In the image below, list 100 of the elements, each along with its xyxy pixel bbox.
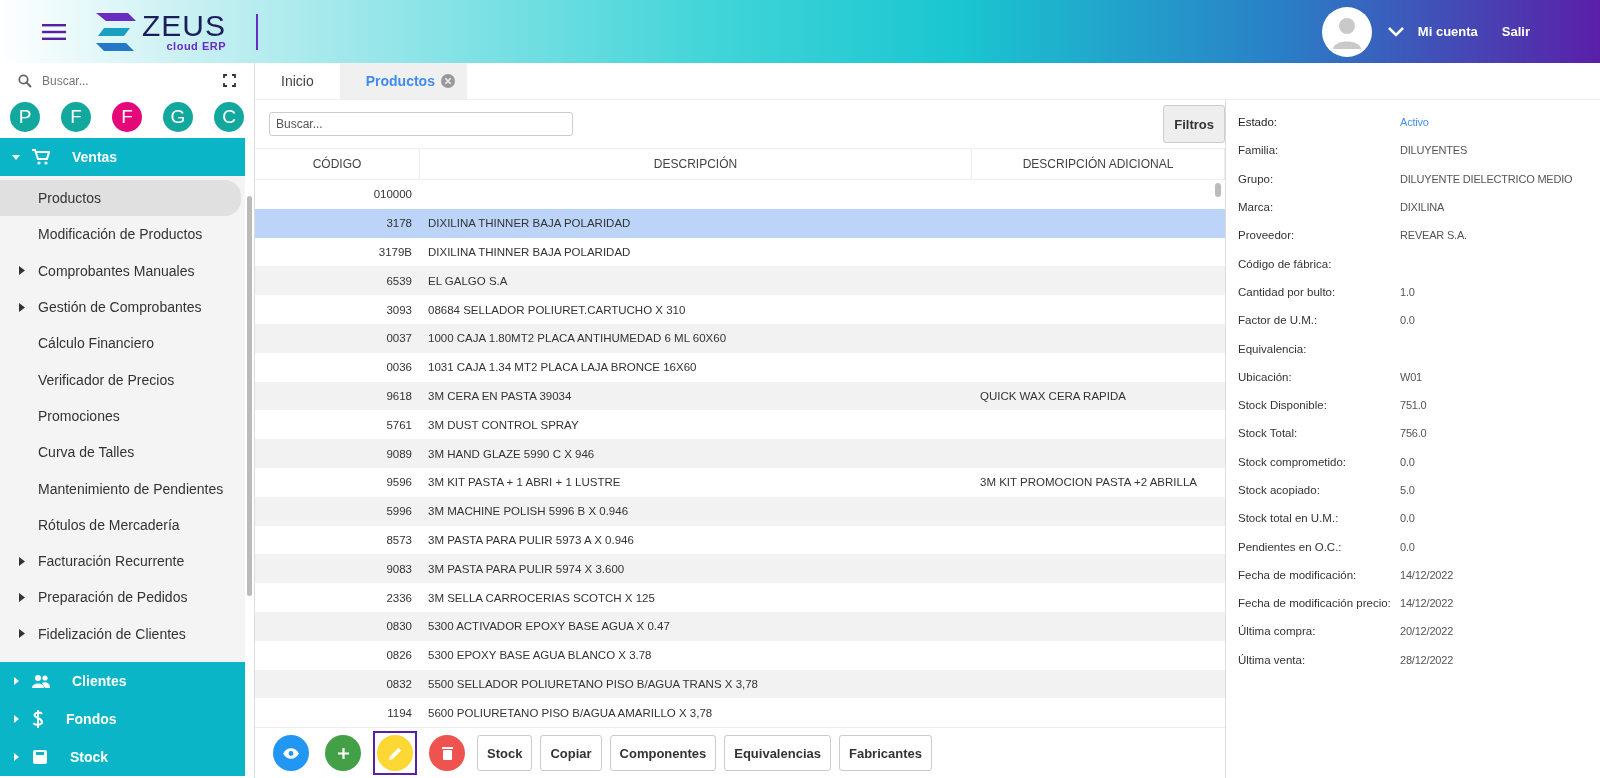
close-icon[interactable] (440, 74, 455, 88)
table-row[interactable]: 3093 08684 SELLADOR POLIURET.CARTUCHO X 310 (255, 295, 1225, 324)
detail-value: 0.0 (1400, 512, 1415, 525)
avatar-icon[interactable] (1321, 6, 1372, 57)
column-header[interactable]: DESCRIPCIÓN (420, 149, 972, 179)
search-field[interactable]: Buscar... (40, 72, 215, 89)
menu-item[interactable]: Comprobantes Manuales (0, 252, 245, 289)
view-button[interactable] (273, 735, 309, 771)
detail-label: Ubicación: (1238, 370, 1293, 383)
delete-button[interactable] (429, 735, 465, 771)
menu-icon[interactable] (42, 23, 66, 40)
caret-icon (19, 302, 25, 312)
tab[interactable]: Inicio (255, 63, 340, 99)
menu-item[interactable]: Verificador de Precios (0, 361, 245, 398)
table-row[interactable]: 9083 3M PASTA PARA PULIR 5974 X 3.600 (255, 554, 1225, 584)
table-cell: 1194 (387, 706, 412, 719)
shortcut-button[interactable]: F (112, 102, 142, 132)
table-row[interactable]: 5761 3M DUST CONTROL SPRAY (255, 410, 1225, 440)
filter-button[interactable]: Filtros (1163, 105, 1225, 143)
account-link[interactable]: Mi cuenta (1417, 24, 1478, 39)
detail-label: Factor de U.M.: (1238, 314, 1319, 327)
detail-label: Familia: (1238, 144, 1280, 157)
table-row[interactable]: 010000 (255, 180, 1225, 209)
menu-item[interactable]: Cálculo Financiero (0, 325, 245, 362)
table-row[interactable]: 2336 3M SELLA CARROCERIAS SCOTCH X 125 (255, 583, 1225, 612)
table-cell: DIXILINA THINNER BAJA POLARIDAD (428, 217, 631, 230)
detail-label: Última compra: (1238, 625, 1317, 638)
toolbar-button[interactable]: Fabricantes (838, 735, 932, 771)
table-row[interactable]: 6539 EL GALGO S.A (255, 266, 1225, 296)
dollar-icon (32, 709, 44, 728)
table-row[interactable]: 0826 5300 EPOXY BASE AGUA BLANCO X 3.78 (255, 640, 1225, 670)
table-cell: 3179B (378, 246, 412, 258)
table-row[interactable]: 9596 3M KIT PASTA + 1 ABRI + 1 LUSTRE 3M KIT PROMOCION PASTA +2 ABRILLA (255, 467, 1225, 497)
toolbar-button[interactable]: Componentes (609, 735, 717, 771)
table-cell: DIXILINA THINNER BAJA POLARIDAD (428, 246, 631, 258)
menu-item[interactable]: Preparación de Pedidos (0, 579, 245, 616)
cart-icon (32, 149, 50, 165)
table-row[interactable]: 8573 3M PASTA PARA PULIR 5973 A X 0.946 (255, 525, 1225, 555)
detail-value: DIXILINA (1400, 201, 1445, 214)
toolbar-button[interactable]: Stock (477, 735, 533, 771)
table-row[interactable]: 0036 1031 CAJA 1.34 MT2 PLACA LAJA BRONCE 16X60 (255, 352, 1225, 382)
column-header[interactable]: DESCRIPCIÓN ADICIONAL (972, 149, 1225, 179)
fullscreen-icon[interactable] (223, 74, 236, 87)
table-cell: 9596 (386, 476, 412, 489)
table-row[interactable]: 0830 5300 ACTIVADOR EPOXY BASE AGUA X 0.47 (255, 611, 1225, 641)
detail-label: Código de fábrica: (1238, 257, 1333, 270)
table-cell: 3M PASTA PARA PULIR 5973 A X 0.946 (428, 533, 634, 546)
table-cell: 9089 (386, 447, 412, 460)
table-cell: 08684 SELLADOR POLIURET.CARTUCHO X 310 (428, 303, 686, 316)
menu-item[interactable]: Fidelización de Clientes (0, 615, 245, 652)
table-row[interactable]: 1194 5600 POLIURETANO PISO B/AGUA AMARILLO X 3,78 (255, 698, 1225, 728)
table-cell: 0036 (386, 361, 412, 374)
chevron-down-icon[interactable] (1387, 26, 1404, 37)
table-cell: 5300 ACTIVADOR EPOXY BASE AGUA X 0.47 (428, 620, 670, 633)
table-row[interactable]: 0832 5500 SELLADOR POLIURETANO PISO B/AGUA TRANS X 3,78 (255, 669, 1225, 699)
table-row[interactable]: 0037 1000 CAJA 1.80MT2 PLACA ANTIHUMEDAD 6 ML 60X60 (255, 324, 1225, 353)
menu-item[interactable]: Facturación Recurrente (0, 542, 245, 580)
detail-label: Grupo: (1238, 172, 1275, 185)
detail-label: Pendientes en O.C.: (1238, 540, 1343, 553)
menu-item[interactable]: Modificación de Productos (0, 216, 245, 253)
pencil-icon (388, 746, 402, 760)
table-row[interactable]: 9089 3M HAND GLAZE 5990 C X 946 (255, 439, 1225, 468)
table-cell: 1000 CAJA 1.80MT2 PLACA ANTIHUMEDAD 6 ML 60X60 (428, 332, 727, 345)
detail-label: Estado: (1238, 116, 1278, 129)
detail-value: 0.0 (1400, 314, 1415, 327)
table-row[interactable]: 3179B DIXILINA THINNER BAJA POLARIDAD (255, 237, 1225, 267)
menu-item[interactable]: Productos (0, 180, 241, 217)
menu-item[interactable]: Gestión de Comprobantes (0, 288, 245, 326)
detail-label: Stock Disponible: (1238, 399, 1328, 412)
search-field[interactable]: Buscar... (269, 112, 573, 136)
plus-icon (337, 747, 349, 759)
scrollbar-thumb[interactable] (1215, 183, 1221, 197)
detail-value: DILUYENTES (1400, 144, 1468, 157)
table-cell: 3M PASTA PARA PULIR 5974 X 3.600 (428, 562, 625, 575)
table-cell: 0826 (386, 649, 412, 662)
people-icon (32, 673, 50, 688)
toolbar-button[interactable]: Copiar (540, 735, 602, 771)
detail-label: Stock Total: (1238, 427, 1299, 440)
table-row[interactable]: 5996 3M MACHINE POLISH 5996 B X 0.946 (255, 496, 1225, 526)
menu-item[interactable]: Mantenimiento de Pendientes (0, 470, 245, 507)
table-row[interactable]: 3178 DIXILINA THINNER BAJA POLARIDAD (255, 208, 1225, 238)
table-row[interactable]: 9618 3M CERA EN PASTA 39034 QUICK WAX CERA RAPIDA (255, 381, 1225, 411)
detail-value: DILUYENTE DIELECTRICO MEDIO (1400, 172, 1573, 185)
menu-item[interactable]: Promociones (0, 397, 245, 435)
table-cell: 3M DUST CONTROL SPRAY (428, 418, 579, 431)
column-header[interactable]: CÓDIGO (255, 149, 420, 179)
menu-item[interactable]: Rótulos de Mercadería (0, 506, 245, 543)
detail-value: 0.0 (1400, 540, 1415, 553)
table-cell: 6539 (386, 274, 412, 287)
detail-label: Stock total en U.M.: (1238, 512, 1340, 525)
eye-icon (283, 747, 299, 759)
box-icon (32, 748, 48, 765)
add-button[interactable] (325, 735, 361, 771)
table-cell: 1031 CAJA 1.34 MT2 PLACA LAJA BRONCE 16X60 (428, 361, 697, 374)
brand-name: ZEUS (142, 11, 226, 41)
logout-link[interactable]: Salir (1501, 24, 1530, 39)
menu-item[interactable]: Curva de Talles (0, 434, 245, 471)
table-cell: 3093 (386, 303, 412, 316)
table-cell: EL GALGO S.A (428, 274, 508, 287)
toolbar-button[interactable]: Equivalencias (724, 735, 831, 771)
